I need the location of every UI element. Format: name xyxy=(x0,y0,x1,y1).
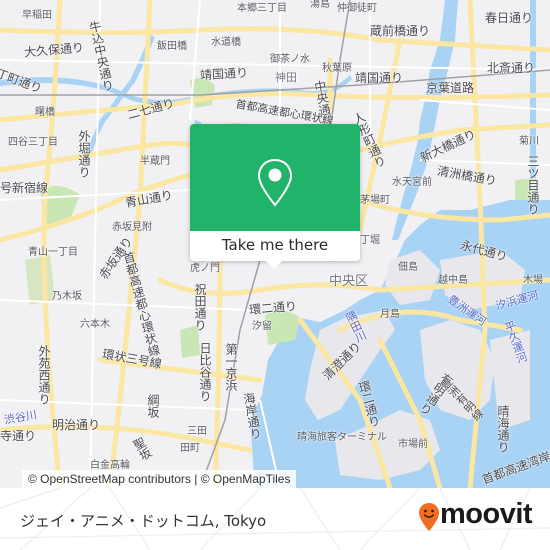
label-aoyama-itchome: 青山一丁目 xyxy=(28,247,78,258)
destination-popup: Take me there xyxy=(190,124,360,269)
label-yotsuya-sanchome: 四谷三丁目 xyxy=(8,137,58,148)
label-kanda: 神田 xyxy=(275,71,297,84)
label-akebonobashi: 曙橋 xyxy=(35,107,55,118)
label-mitsume-dori: 三ツ目通り xyxy=(526,155,540,215)
label-etchujima: 越中島 xyxy=(438,275,468,286)
label-harumi-terminal: 晴海旅客ターミナル xyxy=(297,432,387,443)
label-kikukawa: 菊川 xyxy=(519,136,539,147)
aoyama-cemetery xyxy=(25,255,55,305)
label-kasuga-dori: 春日通り xyxy=(485,11,534,25)
label-yushima: 湯島 xyxy=(310,0,330,10)
label-gaien-nishi-dori: 外苑西通り xyxy=(37,345,51,405)
label-chuo-ku: 中央区 xyxy=(329,274,369,289)
label-kuramaebashi-dori: 蔵前橋通り xyxy=(370,24,431,38)
place-name: ジェイ・アニメ・ドットコム, Tokyo xyxy=(20,512,267,530)
label-iwaida-dori: 祝田通り xyxy=(193,283,207,331)
label-shinjuku-line: 号新宿線 xyxy=(0,181,49,195)
map-view[interactable]: 早稲田 大久保通り 牛込中央通り 飯田橋 本郷三丁目 湯島 仲御徒町 蔵前橋通り… xyxy=(0,0,550,488)
footer-bar: ジェイ・アニメ・ドットコム, Tokyo moovit xyxy=(0,488,550,550)
popup-tail xyxy=(265,260,283,269)
take-me-there-button[interactable]: Take me there xyxy=(190,231,360,261)
label-mita: 三田 xyxy=(187,426,207,437)
label-suidobashi: 水道橋 xyxy=(211,37,241,48)
label-kayabacho: 茅場町 xyxy=(360,195,390,206)
label-ochanomizu: 御茶ノ水 xyxy=(270,54,310,65)
label-toranomon: 虎ノ門 xyxy=(190,263,220,274)
label-akasaka-mitsuke: 赤坂見附 xyxy=(112,222,152,233)
label-yasukuni-dori-east: 靖国通り xyxy=(355,71,404,85)
label-shijomae: 市場前 xyxy=(398,439,428,450)
label-daiichi-keihin: 第一京浜 xyxy=(224,343,238,391)
label-roppongi: 六本木 xyxy=(80,319,110,330)
label-tamachi: 田町 xyxy=(180,443,200,454)
label-hibiya-dori: 日比谷通り xyxy=(198,342,212,402)
label-naka-okachimachi: 仲御徒町 xyxy=(337,3,377,14)
label-yasukuni-dori-west: 靖国通り xyxy=(199,65,249,83)
label-harumi-dori: 晴海通り xyxy=(496,405,510,453)
label-tsukuda: 佃島 xyxy=(398,262,418,273)
label-sotobori-dori: 外堀通り xyxy=(77,130,91,178)
label-tsunazaka: 綱坂 xyxy=(146,394,160,418)
popup-header[interactable] xyxy=(190,124,360,231)
label-keiyo-doro: 京葉道路 xyxy=(426,81,475,95)
label-suitengumae: 水天宮前 xyxy=(392,177,432,188)
moovit-wordmark: moovit xyxy=(440,498,533,530)
label-iidabashi: 飯田橋 xyxy=(157,41,187,52)
label-hongo-sanchome: 本郷三丁目 xyxy=(237,3,287,14)
label-kiba: 木場 xyxy=(523,275,543,286)
label-shiodome: 汐留 xyxy=(252,321,272,332)
label-tera-dori: 寺通り xyxy=(0,429,37,443)
label-meiji-dori: 明治通り xyxy=(52,418,101,432)
label-tsukishima: 月島 xyxy=(380,309,400,320)
map-attribution[interactable]: © OpenStreetMap contributors | © OpenMap… xyxy=(22,470,297,488)
map-pin-icon xyxy=(257,158,293,207)
moovit-pin-icon xyxy=(419,503,439,531)
label-nogizaka: 乃木坂 xyxy=(52,291,82,302)
label-akihabara: 秋葉原 xyxy=(322,63,352,74)
label-hokusai-dori: 北斎通り xyxy=(487,61,536,75)
label-hatchobori: 丁堀 xyxy=(360,235,380,246)
label-waseda: 早稲田 xyxy=(22,10,52,21)
label-hanzomon: 半蔵門 xyxy=(140,156,170,167)
